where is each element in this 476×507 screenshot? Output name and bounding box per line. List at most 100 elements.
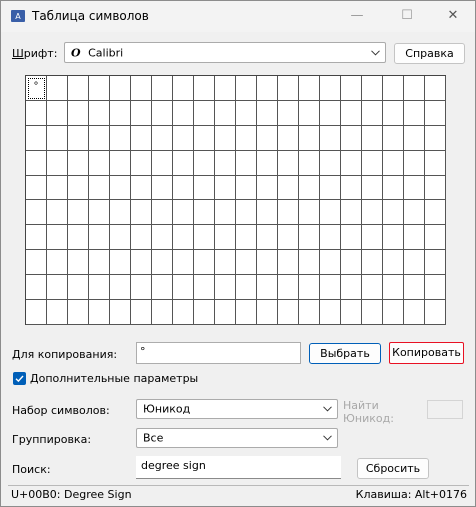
character-cell[interactable] xyxy=(173,76,194,101)
character-cell[interactable] xyxy=(404,76,425,101)
character-cell[interactable] xyxy=(26,275,47,301)
find-unicode-input[interactable] xyxy=(427,400,463,419)
character-cell[interactable] xyxy=(236,125,257,151)
character-cell[interactable] xyxy=(383,250,404,276)
character-cell[interactable] xyxy=(89,225,110,251)
character-cell[interactable] xyxy=(131,225,152,251)
character-cell[interactable] xyxy=(89,100,110,126)
character-cell[interactable] xyxy=(341,150,362,176)
character-cell[interactable] xyxy=(383,125,404,151)
character-cell[interactable] xyxy=(215,250,236,276)
character-cell[interactable] xyxy=(173,150,194,176)
character-cell[interactable] xyxy=(278,250,299,276)
character-cell[interactable] xyxy=(383,76,404,101)
character-cell[interactable] xyxy=(152,100,173,126)
character-cell[interactable] xyxy=(89,175,110,201)
character-cell[interactable] xyxy=(383,150,404,176)
character-cell[interactable] xyxy=(215,76,236,101)
character-cell[interactable] xyxy=(404,125,425,151)
character-cell[interactable] xyxy=(68,275,89,301)
character-cell[interactable] xyxy=(173,100,194,126)
character-cell[interactable] xyxy=(47,125,68,151)
character-cell[interactable] xyxy=(257,200,278,226)
character-cell[interactable] xyxy=(341,300,362,325)
character-cell[interactable] xyxy=(173,200,194,226)
character-cell[interactable] xyxy=(152,275,173,301)
character-cell[interactable] xyxy=(110,300,131,325)
character-cell[interactable] xyxy=(89,275,110,301)
character-cell[interactable] xyxy=(47,250,68,276)
character-cell[interactable] xyxy=(425,300,446,325)
character-cell[interactable] xyxy=(383,300,404,325)
character-cell[interactable] xyxy=(362,250,383,276)
character-cell[interactable] xyxy=(236,300,257,325)
character-cell[interactable] xyxy=(68,250,89,276)
character-cell[interactable] xyxy=(68,175,89,201)
character-cell[interactable] xyxy=(404,100,425,126)
character-cell[interactable] xyxy=(68,200,89,226)
character-cell[interactable] xyxy=(362,175,383,201)
character-cell[interactable] xyxy=(257,300,278,325)
character-cell[interactable] xyxy=(362,275,383,301)
character-cell[interactable] xyxy=(362,150,383,176)
character-cell[interactable] xyxy=(152,300,173,325)
character-cell[interactable] xyxy=(425,150,446,176)
character-cell[interactable] xyxy=(425,200,446,226)
character-cell[interactable] xyxy=(152,76,173,101)
reset-button[interactable]: Сбросить xyxy=(357,458,429,479)
character-cell[interactable] xyxy=(383,275,404,301)
character-cell[interactable] xyxy=(47,300,68,325)
character-cell[interactable] xyxy=(236,76,257,101)
character-cell[interactable] xyxy=(131,100,152,126)
character-cell[interactable] xyxy=(299,300,320,325)
character-grid[interactable]: ° xyxy=(25,75,446,325)
character-cell[interactable] xyxy=(194,175,215,201)
character-cell[interactable] xyxy=(425,225,446,251)
character-cell[interactable] xyxy=(89,76,110,101)
character-cell[interactable] xyxy=(383,175,404,201)
character-cell[interactable] xyxy=(131,125,152,151)
character-cell[interactable] xyxy=(425,125,446,151)
character-cell[interactable] xyxy=(404,275,425,301)
character-cell[interactable] xyxy=(236,150,257,176)
character-cell[interactable] xyxy=(89,125,110,151)
character-cell[interactable] xyxy=(278,100,299,126)
character-cell[interactable] xyxy=(152,200,173,226)
character-cell[interactable] xyxy=(131,275,152,301)
character-cell[interactable] xyxy=(173,175,194,201)
character-cell[interactable] xyxy=(194,225,215,251)
character-cell[interactable] xyxy=(257,175,278,201)
character-cell[interactable] xyxy=(299,200,320,226)
search-input[interactable]: degree sign xyxy=(136,456,341,479)
character-cell[interactable] xyxy=(68,225,89,251)
character-cell[interactable] xyxy=(173,300,194,325)
character-cell[interactable] xyxy=(68,76,89,101)
character-cell[interactable] xyxy=(26,225,47,251)
character-cell[interactable] xyxy=(26,175,47,201)
character-cell[interactable] xyxy=(236,175,257,201)
character-cell[interactable] xyxy=(341,76,362,101)
character-cell[interactable] xyxy=(47,275,68,301)
character-cell[interactable] xyxy=(68,150,89,176)
character-cell[interactable] xyxy=(47,150,68,176)
character-cell[interactable] xyxy=(320,300,341,325)
character-cell[interactable] xyxy=(362,300,383,325)
character-cell[interactable] xyxy=(362,200,383,226)
character-cell[interactable] xyxy=(173,225,194,251)
character-cell[interactable] xyxy=(278,200,299,226)
character-cell[interactable] xyxy=(278,150,299,176)
character-cell[interactable] xyxy=(341,200,362,226)
character-cell[interactable] xyxy=(152,250,173,276)
maximize-icon[interactable]: ☐ xyxy=(395,6,419,26)
character-cell[interactable] xyxy=(110,275,131,301)
character-cell[interactable] xyxy=(404,200,425,226)
character-cell[interactable] xyxy=(194,125,215,151)
character-cell[interactable] xyxy=(278,275,299,301)
character-cell[interactable] xyxy=(215,125,236,151)
character-cell[interactable] xyxy=(215,150,236,176)
character-cell[interactable] xyxy=(425,275,446,301)
character-cell[interactable] xyxy=(47,76,68,101)
character-cell[interactable] xyxy=(152,175,173,201)
character-cell[interactable] xyxy=(299,100,320,126)
character-cell[interactable] xyxy=(26,100,47,126)
